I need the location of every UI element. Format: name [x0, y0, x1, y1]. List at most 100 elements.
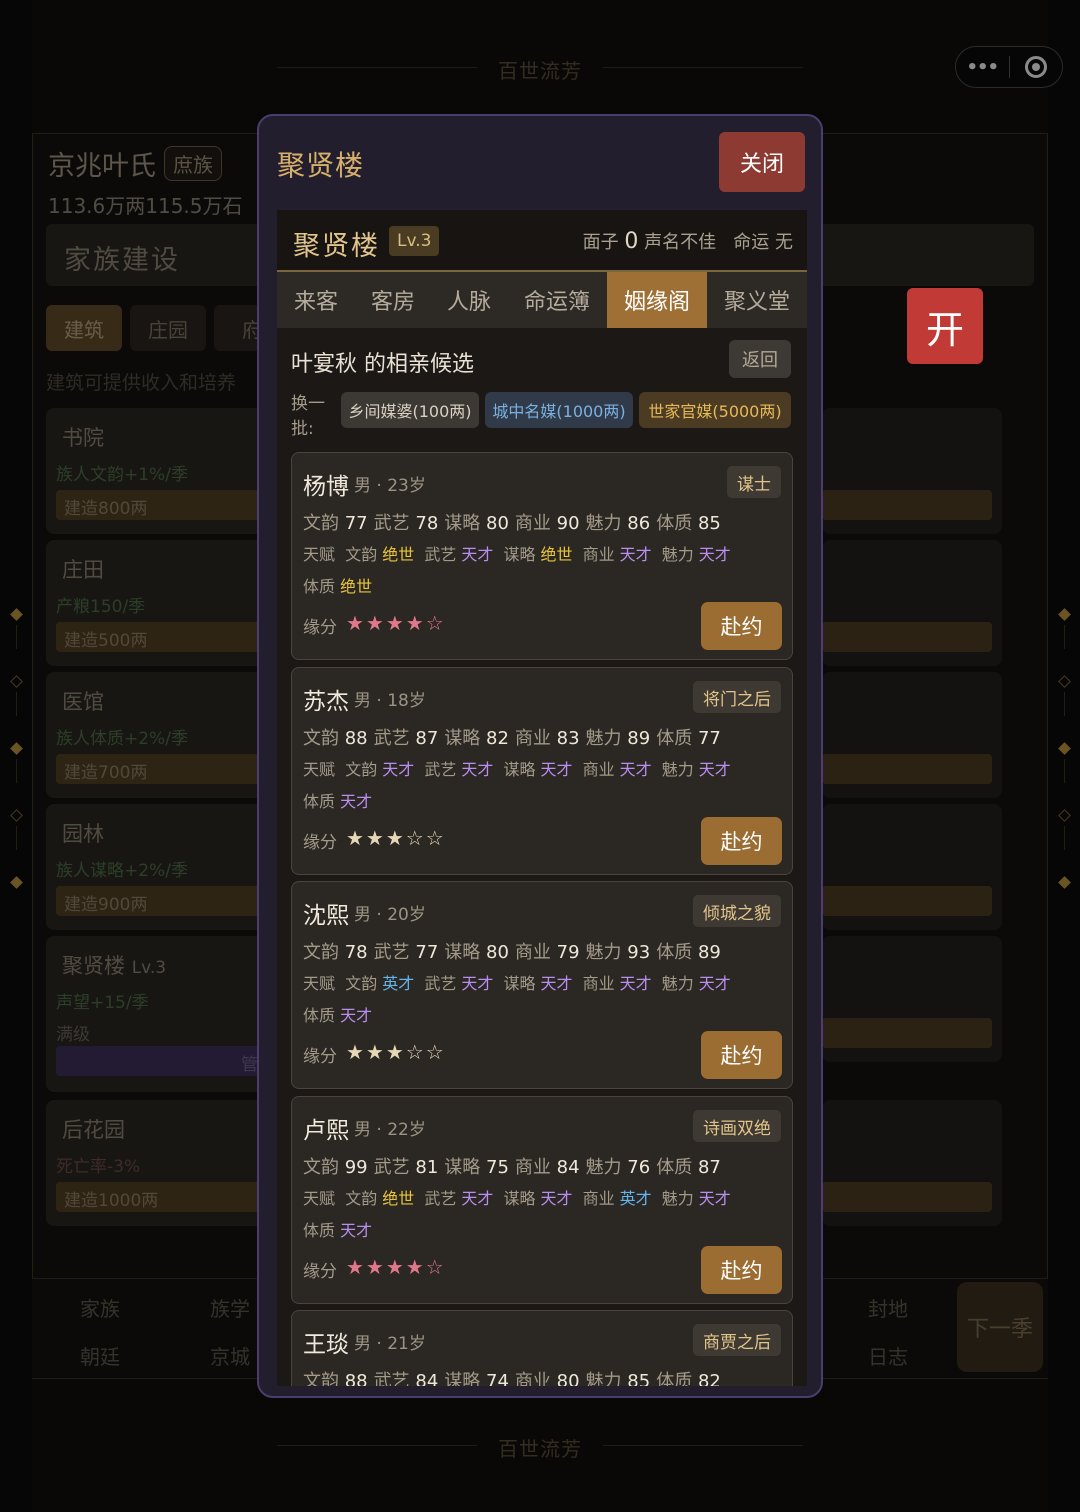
- talent-stat-label: 魅力: [661, 1189, 694, 1208]
- stat-label: 文韵: [303, 1371, 339, 1386]
- city-matchmaker-button[interactable]: 城中名媒(1000两): [485, 392, 633, 428]
- stat-label: 武艺: [373, 513, 410, 534]
- talent-grade: 天才: [698, 545, 731, 564]
- talent-stat-label: 文韵: [345, 974, 378, 993]
- candidate-name: 杨博: [303, 474, 349, 500]
- tab-guests[interactable]: 来客: [277, 272, 355, 328]
- candidate-name: 卢熙: [303, 1118, 349, 1144]
- talent-grade: 天才: [461, 1189, 494, 1208]
- back-button[interactable]: 返回: [729, 340, 791, 378]
- stat-label: 魅力: [585, 1157, 622, 1178]
- date-button[interactable]: 赴约: [701, 602, 782, 650]
- affinity-label: 缘分: [303, 1047, 337, 1067]
- tab-network[interactable]: 人脉: [431, 272, 507, 328]
- candidates-title: 叶宴秋 的相亲候选: [291, 352, 474, 377]
- stat-value: 80: [556, 1371, 580, 1386]
- level-badge: Lv.3: [389, 226, 440, 256]
- date-button[interactable]: 赴约: [701, 1031, 782, 1079]
- tab-rooms[interactable]: 客房: [355, 272, 431, 328]
- talent-stat-label: 武艺: [424, 974, 457, 993]
- stat-label: 谋略: [444, 1157, 481, 1178]
- talent-grade: 天才: [540, 760, 573, 779]
- date-button[interactable]: 赴约: [701, 1246, 782, 1294]
- talent-stat-label: 谋略: [503, 545, 536, 564]
- talent-stat-label: 体质: [303, 1006, 336, 1025]
- close-button[interactable]: 关闭: [719, 132, 805, 192]
- affinity-stars: ★★★☆☆: [346, 826, 446, 850]
- building-name: 聚贤楼: [293, 231, 380, 262]
- talent-grade: 绝世: [382, 545, 415, 564]
- candidate-name: 苏杰: [303, 689, 349, 715]
- jxl-modal: 聚贤楼 关闭 聚贤楼 Lv.3 面子 0 声名不佳 命运 无 来客 客房 人脉 …: [257, 114, 823, 1398]
- candidate-meta: 男 · 23岁: [354, 476, 426, 496]
- stat-label: 武艺: [373, 1157, 410, 1178]
- stat-label: 体质: [656, 942, 693, 963]
- stat-value: 82: [697, 1371, 721, 1386]
- candidate-tag: 诗画双绝: [693, 1110, 781, 1142]
- candidate-meta: 男 · 20岁: [354, 905, 426, 925]
- talent-grade: 天才: [619, 760, 652, 779]
- stat-value: 87: [415, 728, 439, 749]
- stat-label: 文韵: [303, 728, 339, 749]
- refresh-label: 换一批:: [291, 394, 325, 439]
- talent-stat-label: 魅力: [661, 974, 694, 993]
- fate-value: 无: [775, 232, 793, 253]
- stat-label: 体质: [656, 728, 693, 749]
- talent-grade: 天才: [340, 1006, 373, 1025]
- building-level-bar: 聚贤楼 Lv.3 面子 0 声名不佳 命运 无: [277, 210, 807, 272]
- talent-grade: 英才: [619, 1189, 652, 1208]
- candidate-talents-extra: 体质 绝世: [303, 573, 382, 597]
- face-value: 0: [624, 229, 639, 254]
- modal-title: 聚贤楼: [277, 149, 365, 182]
- talent-grade: 天才: [340, 1221, 373, 1240]
- stat-label: 体质: [656, 513, 693, 534]
- stat-label: 谋略: [444, 942, 481, 963]
- stat-label: 魅力: [585, 1371, 622, 1386]
- candidate-card[interactable]: 苏杰男 · 18岁 将门之后 文韵 88 武艺 87 谋略 82 商业 83 魅力 89 体质…: [291, 667, 793, 875]
- talent-stat-label: 文韵: [345, 545, 378, 564]
- date-button[interactable]: 赴约: [701, 817, 782, 865]
- stat-value: 79: [556, 942, 580, 963]
- candidate-card[interactable]: 卢熙男 · 22岁 诗画双绝 文韵 99 武艺 81 谋略 75 商业 84 魅力 76 体质…: [291, 1096, 793, 1304]
- talent-stat-label: 谋略: [503, 1189, 536, 1208]
- candidate-card[interactable]: 沈熙男 · 20岁 倾城之貌 文韵 78 武艺 77 谋略 80 商业 79 魅力 93 体质…: [291, 881, 793, 1089]
- talent-grade: 绝世: [340, 577, 373, 596]
- candidate-card[interactable]: 杨博男 · 23岁 谋士 文韵 77 武艺 78 谋略 80 商业 90 魅力 86 体质 8…: [291, 452, 793, 660]
- stat-label: 体质: [656, 1371, 693, 1386]
- tab-marriage[interactable]: 姻缘阁: [607, 272, 707, 328]
- talent-grade: 天才: [698, 1189, 731, 1208]
- talent-stat-label: 商业: [582, 760, 615, 779]
- talent-grade: 天才: [619, 974, 652, 993]
- stat-label: 商业: [514, 728, 551, 749]
- candidate-card[interactable]: 王琰男 · 21岁 商贾之后 文韵 88 武艺 84 谋略 74 商业 80 魅力 85 体质…: [291, 1310, 793, 1386]
- talent-grade: 天才: [382, 760, 415, 779]
- affinity-stars: ★★★★☆: [346, 1255, 446, 1279]
- stat-label: 武艺: [373, 942, 410, 963]
- open-button[interactable]: 开: [907, 288, 983, 364]
- candidate-talents-extra: 体质 天才: [303, 1002, 382, 1026]
- talent-label: 天赋: [303, 545, 336, 564]
- stat-label: 谋略: [444, 513, 481, 534]
- face-label: 面子: [582, 232, 619, 253]
- talent-stat-label: 商业: [582, 974, 615, 993]
- stat-value: 77: [344, 513, 368, 534]
- candidate-talents-extra: 体质 天才: [303, 1217, 382, 1241]
- talent-grade: 天才: [698, 974, 731, 993]
- stat-value: 85: [697, 513, 721, 534]
- talent-stat-label: 武艺: [424, 1189, 457, 1208]
- candidate-talents: 天赋 文韵 绝世 武艺 天才 谋略 绝世 商业 天才 魅力 天才: [303, 541, 741, 565]
- tab-brotherhood[interactable]: 聚义堂: [707, 272, 807, 328]
- tab-fate-book[interactable]: 命运簿: [507, 272, 607, 328]
- stat-value: 74: [486, 1371, 509, 1386]
- village-matchmaker-button[interactable]: 乡间媒婆(100两): [341, 392, 479, 428]
- stat-value: 93: [627, 942, 651, 963]
- talent-grade: 天才: [461, 974, 494, 993]
- talent-stat-label: 武艺: [424, 760, 457, 779]
- candidate-name: 沈熙: [303, 903, 349, 929]
- noble-matchmaker-button[interactable]: 世家官媒(5000两): [639, 392, 791, 428]
- candidates-header: 叶宴秋 的相亲候选 返回: [277, 328, 807, 388]
- talent-stat-label: 魅力: [661, 545, 694, 564]
- talent-label: 天赋: [303, 974, 336, 993]
- stat-value: 75: [486, 1157, 509, 1178]
- stat-label: 魅力: [585, 942, 622, 963]
